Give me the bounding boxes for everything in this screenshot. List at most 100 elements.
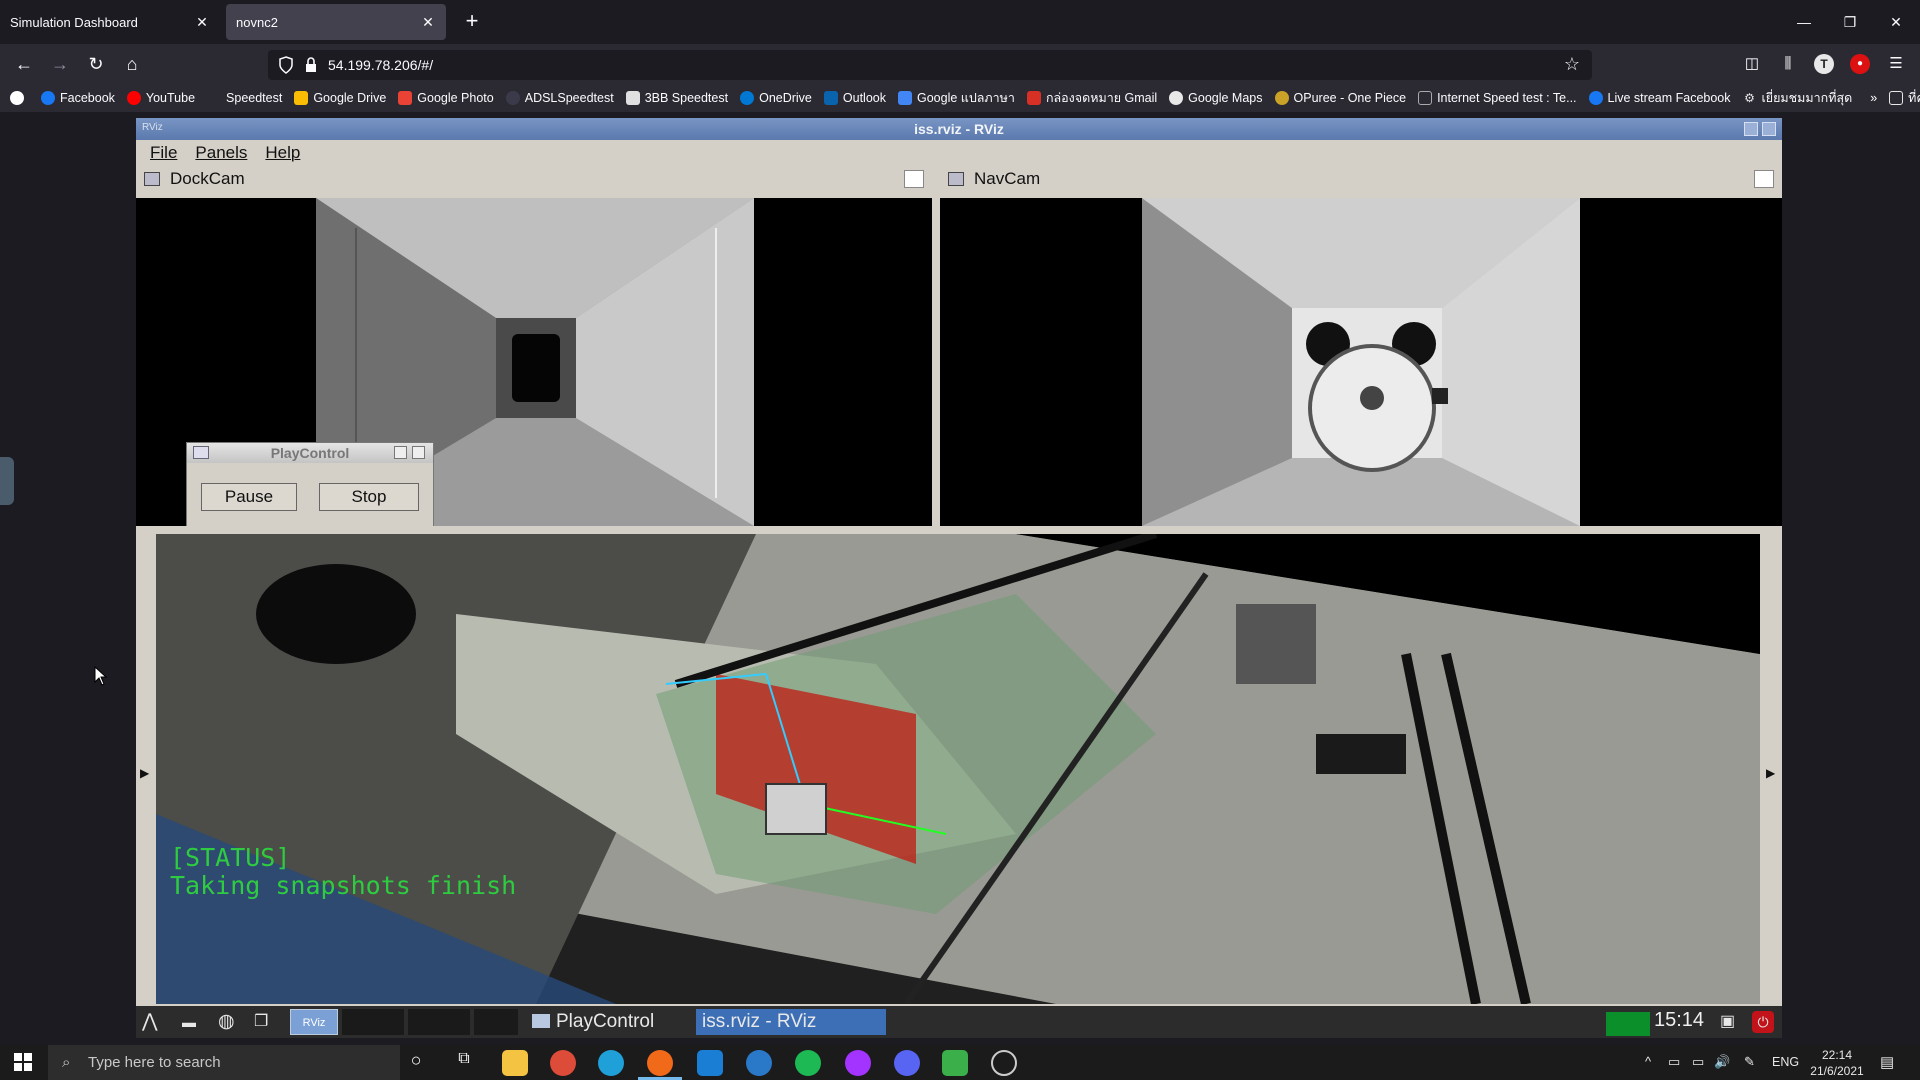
bookmark-item[interactable]: Live stream Facebook: [1588, 91, 1731, 105]
file-explorer-icon[interactable]: [502, 1050, 528, 1076]
navcam-view[interactable]: [940, 198, 1782, 526]
bookmark-label: Facebook: [60, 91, 115, 105]
playcontrol-titlebar[interactable]: PlayControl: [187, 443, 433, 463]
files-icon[interactable]: ❐: [254, 1009, 268, 1035]
power-icon[interactable]: ⏻: [1752, 1011, 1774, 1033]
bookmark-item[interactable]: ⚙ เยี่ยมชมมากที่สุด: [1743, 88, 1852, 108]
panel-float-checkbox[interactable]: [904, 170, 924, 188]
edge-icon[interactable]: [598, 1050, 624, 1076]
bookmark-item[interactable]: Facebook: [41, 91, 115, 105]
browser-icon[interactable]: ◍: [218, 1009, 235, 1035]
menu-help[interactable]: Help: [265, 143, 300, 163]
dockcam-view[interactable]: PlayControl Pause Stop: [136, 198, 932, 526]
bookmark-google[interactable]: [10, 91, 29, 105]
desktop-1-button[interactable]: RViz: [290, 1009, 338, 1035]
bookmark-item[interactable]: Outlook: [823, 91, 886, 105]
tray-chevron-icon[interactable]: ^: [1645, 1054, 1651, 1069]
stop-button[interactable]: Stop: [319, 483, 419, 511]
menu-panels[interactable]: Panels: [195, 143, 247, 163]
right-dock-arrow-icon[interactable]: ▶: [1766, 766, 1775, 780]
task-playcontrol[interactable]: PlayControl: [526, 1009, 686, 1035]
taskbar-clock[interactable]: 22:14 21/6/2021: [1810, 1047, 1864, 1079]
forward-button[interactable]: →: [46, 50, 74, 78]
lock-icon[interactable]: [304, 56, 318, 74]
cortana-icon[interactable]: ○: [403, 1050, 429, 1076]
app-icon[interactable]: [991, 1050, 1017, 1076]
bookmark-item[interactable]: Google Maps: [1169, 91, 1263, 105]
bookmark-item[interactable]: Internet Speed test : Te...: [1418, 91, 1577, 105]
back-button[interactable]: ←: [10, 50, 38, 78]
bookmark-star-icon[interactable]: ☆: [1564, 54, 1580, 75]
menu-icon[interactable]: ☰: [1886, 54, 1906, 74]
desktop-3-button[interactable]: [408, 1009, 470, 1035]
close-window-button[interactable]: ✕: [1882, 8, 1910, 36]
bookmark-item[interactable]: OPuree - One Piece: [1274, 91, 1406, 105]
bookmark-item[interactable]: Google Drive: [294, 91, 386, 105]
tab-novnc2[interactable]: novnc2 ✕: [226, 4, 446, 40]
left-dock-arrow-icon[interactable]: ▶: [140, 766, 149, 780]
firefox-icon[interactable]: [647, 1050, 673, 1076]
google-translate-icon: [897, 91, 912, 105]
task-rviz[interactable]: iss.rviz - RViz: [696, 1009, 886, 1035]
bookmark-item[interactable]: Google แปลภาษา: [897, 88, 1015, 108]
bookmark-item[interactable]: 3BB Speedtest: [625, 91, 728, 105]
close-icon[interactable]: ✕: [420, 14, 436, 30]
shield-icon[interactable]: [278, 56, 294, 74]
chrome-icon[interactable]: [550, 1050, 576, 1076]
app-icon[interactable]: [942, 1050, 968, 1076]
taskbar-search-box[interactable]: ⌕ Type here to search: [48, 1045, 400, 1080]
bookmark-item[interactable]: OneDrive: [740, 91, 812, 105]
pen-icon[interactable]: ✎: [1744, 1054, 1755, 1070]
messenger-icon[interactable]: [845, 1050, 871, 1076]
onedrive-icon: [740, 91, 755, 105]
minimize-button[interactable]: —: [1790, 8, 1818, 36]
bookmark-item[interactable]: YouTube: [126, 91, 195, 105]
minimize-button[interactable]: [1744, 122, 1758, 136]
home-button[interactable]: ⌂: [118, 50, 146, 78]
task-view-icon[interactable]: ⧉: [451, 1050, 477, 1076]
maximize-button[interactable]: [412, 446, 425, 459]
network-icon[interactable]: ▭: [1668, 1054, 1680, 1070]
rviz-3d-view[interactable]: [STATUS] Taking snapshots finish: [156, 534, 1760, 1004]
account-icon[interactable]: T: [1814, 54, 1834, 74]
url-bar[interactable]: 54.199.78.206/#/ ☆: [268, 50, 1592, 80]
bookmark-item[interactable]: กล่องจดหมาย Gmail: [1026, 88, 1157, 108]
bookmarks-overflow-button[interactable]: »: [1870, 91, 1877, 105]
vscode-icon[interactable]: [697, 1050, 723, 1076]
bookmark-item[interactable]: ADSLSpeedtest: [505, 91, 614, 105]
remote-clock: 15:14: [1654, 1009, 1705, 1031]
bookmark-item[interactable]: Speedtest: [207, 91, 282, 105]
remote-start-menu-icon[interactable]: ⋀: [142, 1009, 158, 1035]
novnc-control-bar-handle[interactable]: [0, 457, 14, 505]
other-bookmarks-folder[interactable]: ที่คั่นหน้าอื่น ๆ: [1889, 88, 1920, 108]
volume-icon[interactable]: 🔊: [1714, 1054, 1730, 1070]
desktop-4-button[interactable]: [474, 1009, 518, 1035]
tab-simulation-dashboard[interactable]: Simulation Dashboard ✕: [0, 4, 220, 40]
maximize-button[interactable]: [1762, 122, 1776, 136]
pause-button[interactable]: Pause: [201, 483, 297, 511]
pocket-icon[interactable]: ◫: [1742, 54, 1762, 74]
remote-taskbar: ⋀ ▬ ◍ ❐ RViz PlayControl iss.rviz - RViz…: [136, 1006, 1782, 1038]
panel-float-checkbox[interactable]: [1754, 170, 1774, 188]
notification-icon[interactable]: ▤: [1880, 1053, 1894, 1071]
bookmark-item[interactable]: Google Photo: [398, 91, 494, 105]
battery-icon[interactable]: ▭: [1692, 1054, 1704, 1070]
language-indicator[interactable]: ENG: [1772, 1055, 1799, 1069]
close-icon[interactable]: ✕: [194, 14, 210, 30]
desktop-2-button[interactable]: [342, 1009, 404, 1035]
terminal-icon[interactable]: ▬: [182, 1009, 196, 1035]
new-tab-button[interactable]: +: [460, 10, 484, 34]
library-icon[interactable]: ⫼: [1778, 54, 1798, 74]
windows-start-icon[interactable]: [14, 1053, 32, 1071]
menu-file[interactable]: File: [150, 143, 177, 163]
url-text[interactable]: 54.199.78.206/#/: [328, 57, 433, 73]
spotify-icon[interactable]: [795, 1050, 821, 1076]
chat-app-icon[interactable]: [746, 1050, 772, 1076]
discord-icon[interactable]: [894, 1050, 920, 1076]
minimize-button[interactable]: [394, 446, 407, 459]
network-icon[interactable]: ▣: [1720, 1009, 1735, 1035]
extension-icon[interactable]: ●: [1850, 54, 1870, 74]
reload-button[interactable]: ↻: [82, 50, 110, 78]
rviz-titlebar[interactable]: RViz iss.rviz - RViz: [136, 118, 1782, 140]
restore-button[interactable]: ❐: [1836, 8, 1864, 36]
